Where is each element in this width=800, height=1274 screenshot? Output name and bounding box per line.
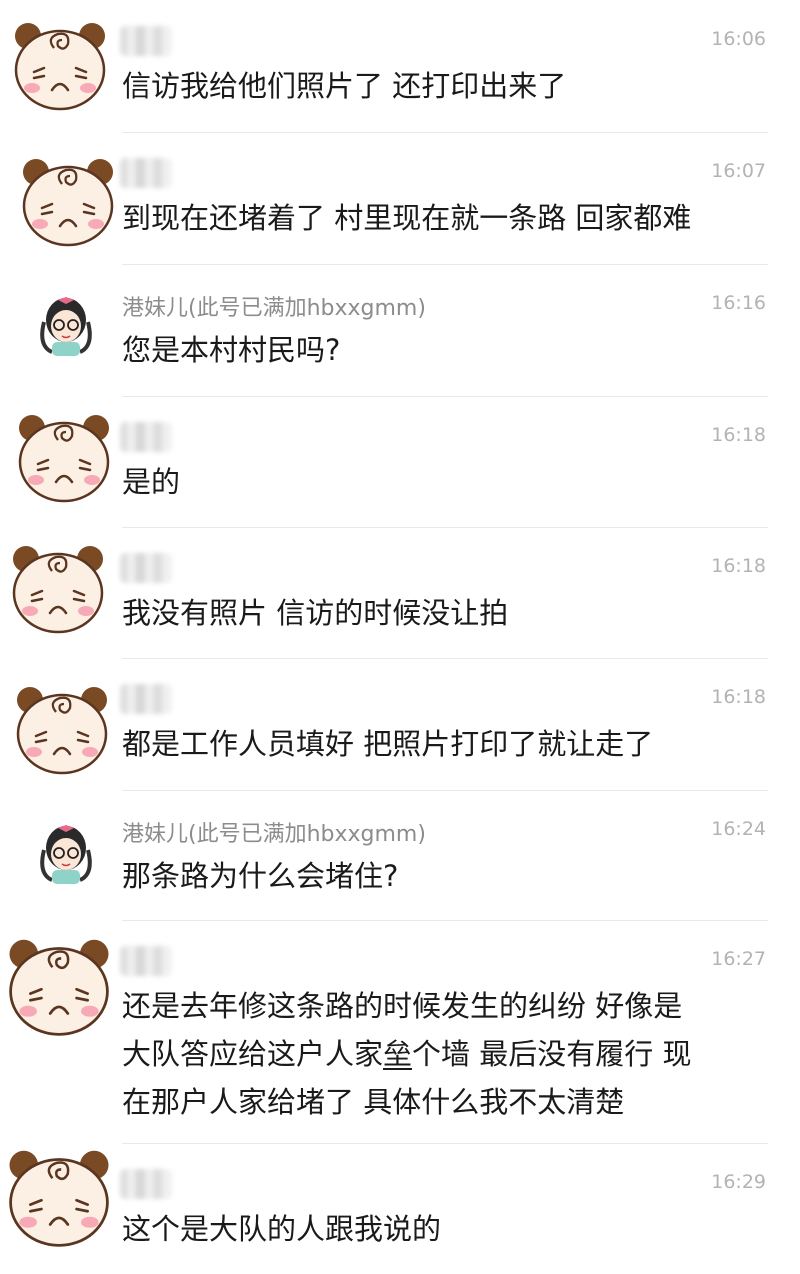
- message-text-line: 大队答应给这户人家垒个墙 最后没有履行 现: [122, 1030, 762, 1078]
- sender-name-blurred: [120, 1169, 172, 1199]
- message-time: 16:16: [711, 292, 766, 314]
- message-text-segment: 大队答应给这户人家: [122, 1037, 384, 1071]
- sender-name-blurred: [120, 158, 172, 188]
- sender-name-blurred: [120, 422, 172, 452]
- bear-avatar-icon[interactable]: [10, 18, 110, 113]
- sender-name[interactable]: 港妹儿(此号已满加hbxxgmm): [122, 290, 426, 322]
- message-text: 到现在还堵着了 村里现在就一条路 回家都难: [122, 201, 692, 235]
- message-text: 信访我给他们照片了 还打印出来了: [122, 69, 567, 103]
- sender-name[interactable]: 港妹儿(此号已满加hbxxgmm): [122, 816, 426, 848]
- message-text-line: 还是去年修这条路的时候发生的纠纷 好像是: [122, 989, 683, 1023]
- message-time: 16:27: [711, 948, 766, 970]
- message-text-segment: 个墙 最后没有履行 现: [412, 1037, 692, 1071]
- sender-name-blurred: [120, 684, 172, 714]
- divider: [122, 527, 768, 528]
- bear-avatar-icon[interactable]: [14, 410, 114, 505]
- message-text: 您是本村村民吗?: [122, 333, 341, 367]
- message-time: 16:24: [711, 818, 766, 840]
- divider: [122, 790, 768, 791]
- girl-avatar-icon[interactable]: [36, 820, 96, 888]
- message-time: 16:07: [711, 160, 766, 182]
- message-text: 还是去年修这条路的时候发生的纠纷 好像是 大队答应给这户人家垒个墙 最后没有履行…: [122, 982, 762, 1126]
- message-text: 这个是大队的人跟我说的: [122, 1212, 442, 1246]
- message-time: 16:18: [711, 555, 766, 577]
- message-text: 是的: [122, 465, 181, 499]
- bear-avatar-icon[interactable]: [4, 934, 114, 1039]
- divider: [122, 1143, 768, 1144]
- girl-avatar-icon[interactable]: [36, 292, 96, 360]
- bear-avatar-icon[interactable]: [12, 682, 112, 777]
- sender-name-blurred: [120, 553, 172, 583]
- message-text-line: 在那户人家给堵了 具体什么我不太清楚: [122, 1085, 625, 1119]
- message-text: 都是工作人员填好 把照片打印了就让走了: [122, 727, 654, 761]
- bear-avatar-icon[interactable]: [18, 154, 118, 249]
- divider: [122, 132, 768, 133]
- divider: [122, 396, 768, 397]
- message-time: 16:18: [711, 424, 766, 446]
- message-text: 我没有照片 信访的时候没让拍: [122, 596, 509, 630]
- bear-avatar-icon[interactable]: [8, 541, 108, 636]
- underlined-character: 垒: [383, 1037, 413, 1071]
- message-time: 16:18: [711, 686, 766, 708]
- divider: [122, 658, 768, 659]
- divider: [122, 264, 768, 265]
- sender-name-blurred: [120, 946, 172, 976]
- message-text: 那条路为什么会堵住?: [122, 859, 399, 893]
- bear-avatar-icon[interactable]: [4, 1145, 114, 1250]
- divider: [122, 920, 768, 921]
- sender-name-blurred: [120, 26, 172, 56]
- message-time: 16:06: [711, 28, 766, 50]
- message-time: 16:29: [711, 1171, 766, 1193]
